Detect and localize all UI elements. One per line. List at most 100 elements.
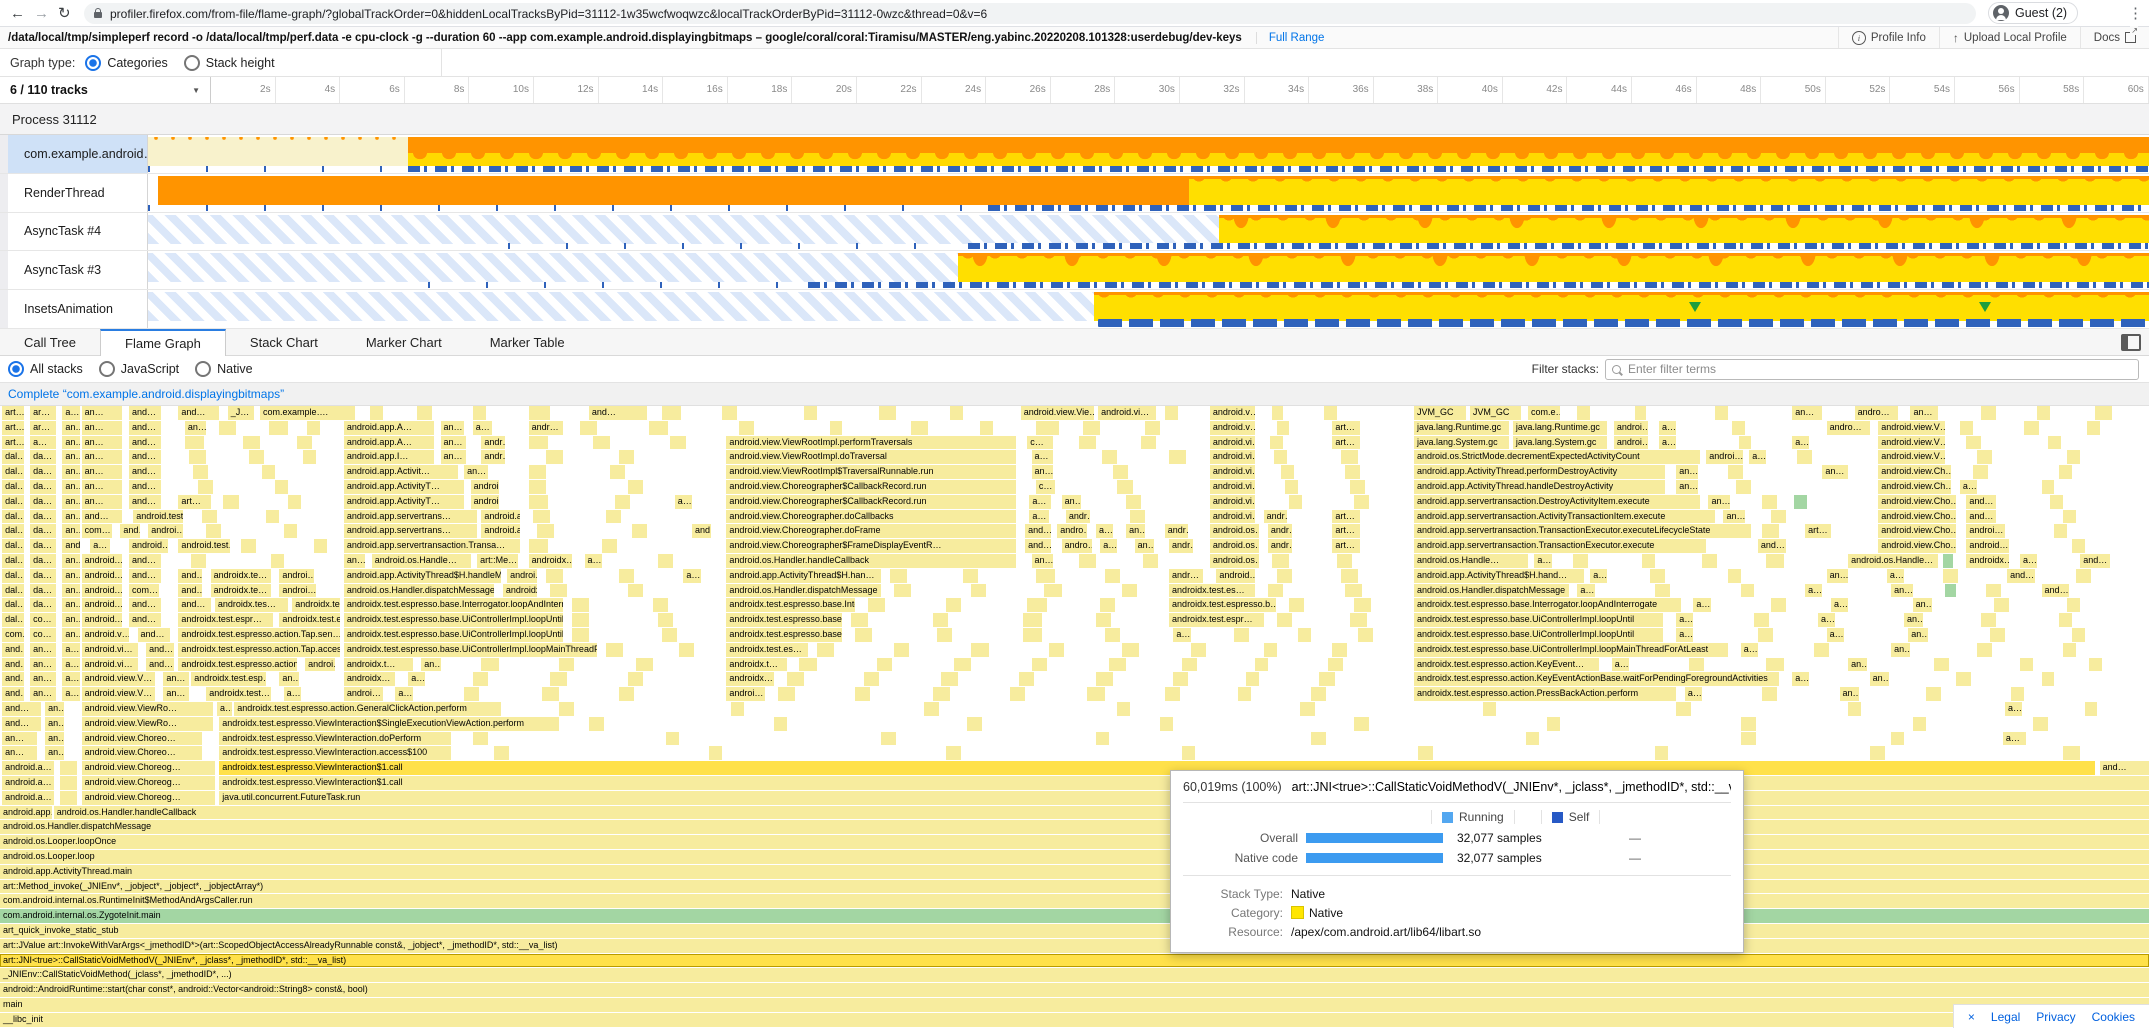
flame-box[interactable]: androi…	[1706, 450, 1743, 464]
flame-box[interactable]	[1728, 465, 1743, 479]
flame-box[interactable]	[481, 658, 498, 672]
flame-box[interactable]: android.a…	[2, 776, 54, 790]
flame-box[interactable]: art…	[2, 421, 23, 435]
flame-box[interactable]: an…	[62, 450, 79, 464]
flame-box[interactable]	[1087, 687, 1104, 701]
flame-box[interactable]: android.view.ViewRootImpl$TraversalRunna…	[726, 465, 1016, 479]
flame-box[interactable]	[580, 421, 597, 435]
flame-box[interactable]: android.vi…	[1210, 436, 1255, 450]
flame-box[interactable]	[804, 406, 817, 420]
flame-box[interactable]: art…	[1332, 436, 1360, 450]
flame-box[interactable]	[610, 465, 625, 479]
flame-box[interactable]: _J…	[228, 406, 254, 420]
flame-box[interactable]	[1122, 584, 1137, 598]
flame-box[interactable]	[1311, 732, 1326, 746]
flame-box[interactable]: androi…	[279, 584, 316, 598]
flame-box[interactable]: android.view.V…	[1878, 421, 1945, 435]
flame-box[interactable]	[1337, 554, 1352, 568]
flame-box[interactable]: android.view.Cho…	[1878, 524, 1955, 538]
flame-box[interactable]	[1771, 510, 1786, 524]
flame-box[interactable]: androidx.test.espresso.base.UiController…	[1414, 643, 1728, 657]
flame-box[interactable]	[1797, 450, 1812, 464]
flame-box[interactable]	[1289, 495, 1302, 509]
flame-box[interactable]: a…	[1032, 450, 1053, 464]
flame-box[interactable]	[855, 628, 872, 642]
flame-box[interactable]	[1814, 643, 1829, 657]
flame-box[interactable]	[1298, 628, 1311, 642]
flame-box[interactable]	[778, 687, 795, 701]
flame-box[interactable]: android.…	[82, 584, 123, 598]
privacy-link[interactable]: Privacy	[2036, 1010, 2075, 1024]
flame-box[interactable]	[1655, 584, 1670, 598]
flame-box[interactable]: and…	[62, 539, 79, 553]
flame-box[interactable]	[1019, 672, 1034, 686]
flame-box[interactable]	[1350, 480, 1365, 494]
flame-box[interactable]: dal…	[2, 613, 23, 627]
flame-box[interactable]: and…	[1025, 539, 1051, 553]
flame-box[interactable]: androi…	[1614, 436, 1648, 450]
flame-box[interactable]	[1141, 436, 1156, 450]
flame-box[interactable]: androidx.test.espresso.b…	[1169, 598, 1276, 612]
flame-box[interactable]	[1960, 421, 1973, 435]
flame-box[interactable]	[670, 436, 685, 450]
flame-box[interactable]	[464, 687, 479, 701]
flame-box[interactable]: an…	[1870, 672, 1889, 686]
flame-box[interactable]: a…	[1960, 480, 1977, 494]
flame-box[interactable]: and…	[178, 406, 219, 420]
reload-icon[interactable]: ↻	[58, 0, 71, 27]
flame-box[interactable]	[1848, 702, 1861, 716]
flame-box[interactable]: an…	[1708, 495, 1729, 509]
radio-javascript-label[interactable]: JavaScript	[121, 362, 179, 376]
flame-box[interactable]: an…	[30, 658, 56, 672]
flame-box[interactable]: and…	[178, 598, 210, 612]
flame-box[interactable]	[619, 569, 634, 583]
flame-box[interactable]	[1676, 702, 1691, 716]
flame-box[interactable]	[223, 495, 238, 509]
flame-box[interactable]	[662, 406, 681, 420]
flame-box[interactable]: androidx.test.espresso.action.Tap…	[178, 658, 296, 672]
flame-box[interactable]	[1130, 510, 1145, 524]
flame-box[interactable]	[1328, 658, 1343, 672]
flame-box[interactable]: android.app.ActivityThread.performDestro…	[1414, 465, 1665, 479]
flame-box[interactable]	[1079, 436, 1096, 450]
back-icon[interactable]: ←	[10, 0, 25, 27]
flame-box[interactable]: a…	[1173, 628, 1190, 642]
flame-box[interactable]	[1264, 643, 1277, 657]
flame-box[interactable]: android.app.servertransaction.DestroyAct…	[1414, 495, 1700, 509]
flame-box[interactable]: android.view.Choreographer.doFrame	[726, 524, 1016, 538]
flame-box[interactable]: an…	[1723, 510, 1744, 524]
flame-box[interactable]	[1642, 554, 1655, 568]
flame-box[interactable]	[1689, 658, 1704, 672]
flame-box[interactable]	[550, 672, 567, 686]
flame-box[interactable]	[1324, 406, 1337, 420]
flame-box[interactable]	[243, 436, 260, 450]
flame-box[interactable]: android.view.ViewRo…	[82, 702, 213, 716]
flame-box[interactable]	[722, 406, 737, 420]
flame-box[interactable]: and…	[692, 524, 711, 538]
flame-box[interactable]: androidx…	[344, 672, 396, 686]
flame-box[interactable]: androidx.test.espresso.action.PressBackA…	[1414, 687, 1676, 701]
flame-box[interactable]: andr…	[1268, 539, 1292, 553]
flame-box[interactable]	[1966, 436, 1981, 450]
radio-stack-height-label[interactable]: Stack height	[206, 56, 275, 70]
flame-box[interactable]	[193, 465, 208, 479]
flame-box[interactable]	[2063, 643, 2076, 657]
tab-call-tree[interactable]: Call Tree	[0, 329, 100, 355]
flame-box[interactable]: com.android.internal.os.ZygoteInit.main	[0, 909, 2149, 923]
flame-box[interactable]: a…	[1676, 628, 1693, 642]
flame-box[interactable]	[241, 539, 256, 553]
flame-box[interactable]	[546, 569, 563, 583]
flame-box[interactable]: android.view.Vie…	[1021, 406, 1094, 420]
flame-box[interactable]	[572, 613, 589, 627]
flame-box[interactable]	[1547, 717, 1560, 731]
flame-box[interactable]	[2059, 465, 2072, 479]
flame-box[interactable]: android.app.A…	[344, 421, 434, 435]
flame-box[interactable]: androi…	[471, 495, 499, 509]
flame-box[interactable]	[1096, 613, 1111, 627]
flame-box[interactable]: an…	[62, 598, 79, 612]
flame-box[interactable]	[1981, 406, 1996, 420]
flame-box[interactable]: art…	[178, 495, 210, 509]
flame-box[interactable]	[269, 421, 288, 435]
flame-box[interactable]: an…	[464, 465, 488, 479]
flame-box[interactable]: da…	[30, 510, 56, 524]
